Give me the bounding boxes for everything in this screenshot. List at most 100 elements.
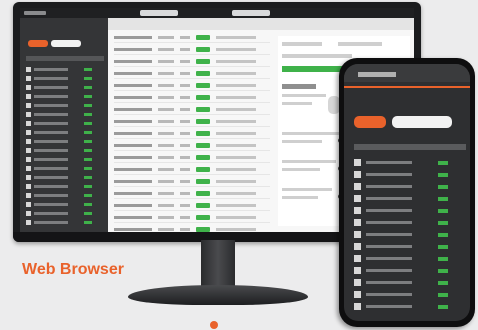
sidebar-item[interactable]	[26, 75, 104, 82]
browser-tab[interactable]	[140, 10, 178, 16]
cell-value	[216, 204, 256, 207]
carousel-indicator-dot[interactable]	[210, 321, 218, 329]
sidebar-item[interactable]	[26, 147, 104, 154]
item-label	[34, 77, 68, 80]
item-label	[366, 221, 412, 224]
cell-name	[114, 132, 152, 135]
list-item[interactable]	[354, 242, 464, 251]
list-item[interactable]	[354, 170, 464, 179]
sidebar-item[interactable]	[26, 201, 104, 208]
cell-value	[158, 192, 174, 195]
sidebar-item[interactable]	[26, 66, 104, 73]
cell-name	[114, 60, 152, 63]
item-icon	[354, 171, 361, 178]
list-item[interactable]	[354, 266, 464, 275]
sidebar-item[interactable]	[26, 174, 104, 181]
panel-line	[282, 196, 318, 199]
list-item[interactable]	[354, 230, 464, 239]
cell-value	[180, 120, 190, 123]
cell-name	[114, 192, 152, 195]
status-indicator	[84, 149, 92, 152]
table-row[interactable]	[114, 142, 270, 151]
cell-value	[216, 36, 256, 39]
cell-value	[180, 180, 190, 183]
primary-button[interactable]	[354, 116, 386, 128]
list-item[interactable]	[354, 206, 464, 215]
list-item[interactable]	[354, 194, 464, 203]
status-indicator	[438, 197, 448, 201]
table-row[interactable]	[114, 106, 270, 115]
item-label	[34, 122, 68, 125]
list-item[interactable]	[354, 218, 464, 227]
sidebar-item[interactable]	[26, 111, 104, 118]
item-label	[34, 203, 68, 206]
item-icon	[354, 207, 361, 214]
table-row[interactable]	[114, 178, 270, 187]
status-badge	[196, 95, 210, 100]
table-row[interactable]	[114, 94, 270, 103]
table-row[interactable]	[114, 34, 270, 43]
cell-name	[114, 96, 152, 99]
sidebar-list	[26, 66, 104, 228]
table-row[interactable]	[114, 190, 270, 199]
item-label	[366, 173, 412, 176]
table-row[interactable]	[114, 70, 270, 79]
sidebar-item[interactable]	[26, 183, 104, 190]
item-icon	[354, 183, 361, 190]
cell-name	[114, 36, 152, 39]
item-icon	[26, 184, 31, 189]
data-table	[114, 34, 270, 232]
status-indicator	[84, 95, 92, 98]
item-label	[34, 104, 68, 107]
cell-value	[216, 156, 256, 159]
table-row[interactable]	[114, 130, 270, 139]
item-icon	[354, 159, 361, 166]
list-item[interactable]	[354, 290, 464, 299]
sidebar-item[interactable]	[26, 156, 104, 163]
table-row[interactable]	[114, 154, 270, 163]
status-indicator	[438, 173, 448, 177]
mobile-phone	[339, 58, 475, 327]
sidebar-item[interactable]	[26, 93, 104, 100]
table-row[interactable]	[114, 214, 270, 223]
status-indicator	[84, 86, 92, 89]
status-indicator	[438, 185, 448, 189]
list-item[interactable]	[354, 158, 464, 167]
secondary-button[interactable]	[392, 116, 452, 128]
cell-value	[158, 228, 174, 231]
cell-name	[114, 180, 152, 183]
sidebar-item[interactable]	[26, 192, 104, 199]
item-icon	[26, 76, 31, 81]
cell-value	[216, 168, 256, 171]
mobile-top-bar	[344, 64, 470, 82]
secondary-button[interactable]	[51, 40, 81, 47]
browser-tab[interactable]	[232, 10, 270, 16]
table-row[interactable]	[114, 46, 270, 55]
table-row[interactable]	[114, 58, 270, 67]
table-row[interactable]	[114, 166, 270, 175]
item-label	[34, 68, 68, 71]
list-item[interactable]	[354, 302, 464, 311]
table-row[interactable]	[114, 118, 270, 127]
sidebar-item[interactable]	[26, 210, 104, 217]
primary-button[interactable]	[28, 40, 48, 47]
table-row[interactable]	[114, 202, 270, 211]
list-item[interactable]	[354, 254, 464, 263]
list-item[interactable]	[354, 278, 464, 287]
sidebar-item[interactable]	[26, 138, 104, 145]
sidebar-item[interactable]	[26, 129, 104, 136]
table-row[interactable]	[114, 82, 270, 91]
status-badge	[196, 215, 210, 220]
status-indicator	[84, 167, 92, 170]
sidebar-item[interactable]	[26, 102, 104, 109]
status-badge	[196, 107, 210, 112]
sidebar-item[interactable]	[26, 120, 104, 127]
accent-strip	[344, 86, 470, 88]
item-icon	[354, 303, 361, 310]
sidebar-item[interactable]	[26, 219, 104, 226]
list-item[interactable]	[354, 182, 464, 191]
panel-line	[282, 168, 320, 171]
status-indicator	[84, 122, 92, 125]
sidebar-item[interactable]	[26, 84, 104, 91]
sidebar-item[interactable]	[26, 165, 104, 172]
